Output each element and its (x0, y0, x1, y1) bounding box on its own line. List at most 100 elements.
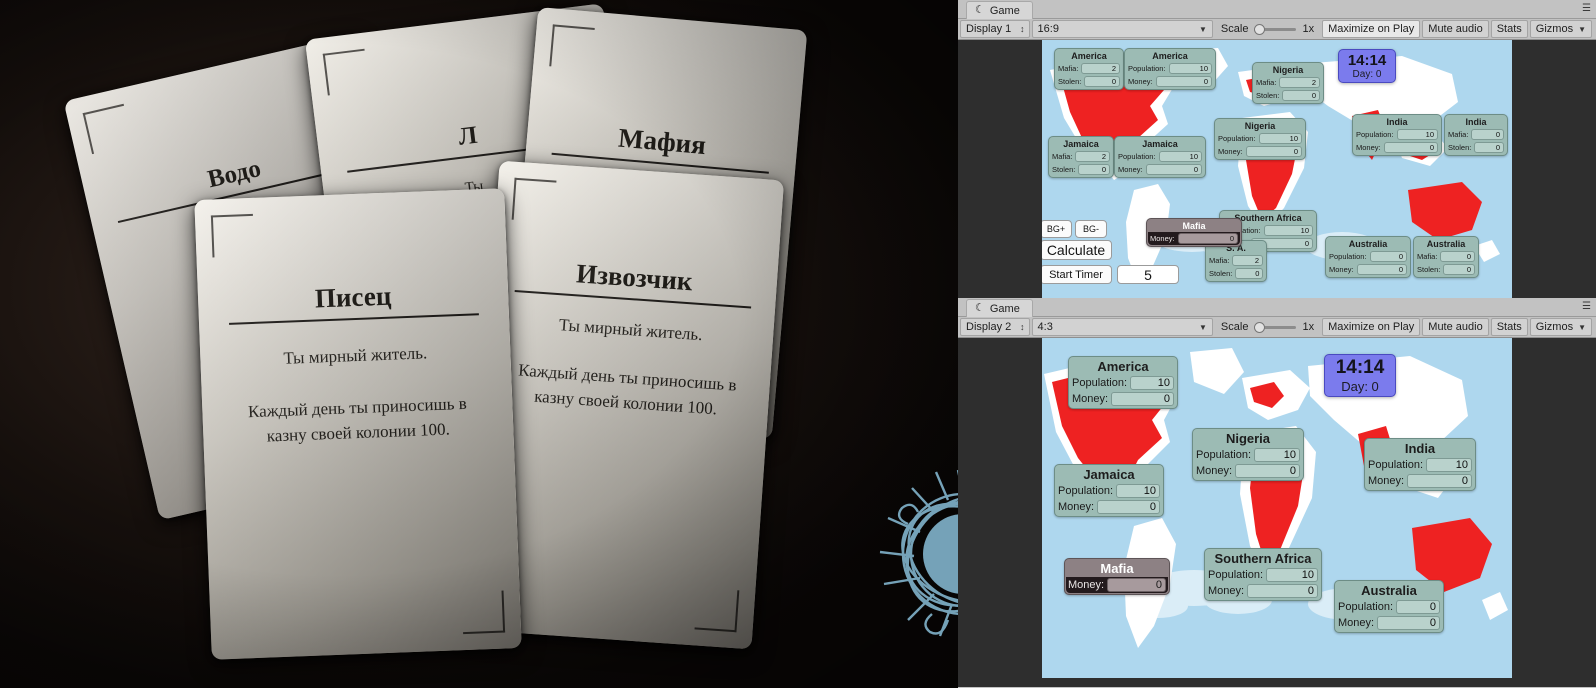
panel-america-population[interactable]: America Population: 10 Money: 0 (1124, 48, 1216, 90)
row-value[interactable]: 2 (1279, 77, 1320, 88)
panel-jamaica-mafia[interactable]: Jamaica Mafia: 2 Stolen: 0 (1048, 136, 1114, 178)
row-value[interactable]: 0 (1356, 264, 1407, 275)
gizmos-button[interactable]: Gizmos ▼ (1529, 318, 1592, 336)
panel-australia-population[interactable]: Australia Population: 0 Money: 0 (1334, 580, 1444, 633)
row-value[interactable]: 10 (1168, 63, 1212, 74)
row-value[interactable]: 10 (1266, 568, 1318, 582)
mute-audio-button[interactable]: Mute audio (1422, 20, 1489, 38)
row-value[interactable]: 10 (1258, 133, 1302, 144)
row-value[interactable]: 0 (1407, 474, 1472, 488)
row-value[interactable]: 0 (1282, 90, 1320, 101)
timer-duration-input[interactable]: 5 (1117, 265, 1179, 284)
aspect-ratio-dropdown[interactable]: 4:3 ▼ (1031, 318, 1213, 336)
maximize-on-play-button[interactable]: Maximize on Play (1322, 20, 1421, 38)
scale-slider-group[interactable]: Scale 1x (1215, 318, 1320, 336)
row-value[interactable]: 0 (1155, 76, 1212, 87)
game-canvas[interactable]: America Population: 10 Money: 0 Nigeria Po… (1042, 338, 1512, 678)
row-value[interactable]: 10 (1116, 484, 1160, 498)
panel-title: Jamaica (1116, 138, 1204, 150)
row-value[interactable]: 0 (1097, 500, 1160, 514)
row-value[interactable]: 0 (1245, 146, 1302, 157)
row-value[interactable]: 10 (1396, 129, 1438, 140)
row-value[interactable]: 10 (1254, 448, 1300, 462)
stats-button[interactable]: Stats (1490, 20, 1528, 38)
panel-australia-population[interactable]: Australia Population: 0 Money: 0 (1325, 236, 1411, 278)
calculate-button[interactable]: Calculate (1042, 240, 1112, 260)
row-value[interactable]: 0 (1377, 616, 1440, 630)
panel-india-population[interactable]: India Population: 10 Money: 0 (1364, 438, 1476, 491)
game-canvas[interactable]: America Mafia: 2 Stolen: 0 America Populat… (1042, 40, 1512, 298)
aspect-ratio-dropdown[interactable]: 16:9 ▼ (1031, 20, 1213, 38)
row-value[interactable]: 0 (1440, 251, 1475, 262)
row-value[interactable]: 0 (1471, 129, 1504, 140)
game-viewport-display2[interactable]: America Population: 10 Money: 0 Nigeria Po… (958, 338, 1596, 687)
row-value[interactable]: 2 (1232, 255, 1263, 266)
panel-row: Money:0 (1366, 473, 1474, 489)
scale-slider[interactable] (1254, 321, 1297, 333)
display-value: Display 2 (966, 321, 1012, 333)
row-label: Population: (1118, 152, 1156, 161)
row-value[interactable]: 0 (1396, 600, 1440, 614)
panel-title: Jamaica (1056, 466, 1162, 483)
row-value[interactable]: 0 (1145, 164, 1202, 175)
row-value[interactable]: 10 (1130, 376, 1174, 390)
panel-title: Nigeria (1216, 120, 1304, 132)
row-value[interactable]: 2 (1081, 63, 1120, 74)
game-timer-panel: 14:14 Day: 0 (1324, 354, 1396, 397)
row-value[interactable]: 10 (1158, 151, 1202, 162)
row-label: Money: (1356, 143, 1381, 152)
panel-southern-africa-population[interactable]: Southern Africa Population:10 Money:0 (1204, 548, 1322, 601)
scale-slider[interactable] (1254, 23, 1297, 35)
card-corner-mark (694, 587, 740, 633)
panel-nigeria-population[interactable]: Nigeria Population: 10 Money: 0 (1192, 428, 1304, 481)
gizmos-button[interactable]: Gizmos ▼ (1529, 20, 1592, 38)
panel-america-mafia[interactable]: America Mafia: 2 Stolen: 0 (1054, 48, 1124, 90)
bg-minus-button[interactable]: BG- (1075, 220, 1107, 238)
scale-slider-group[interactable]: Scale 1x (1215, 20, 1320, 38)
row-value[interactable]: 0 (1383, 142, 1438, 153)
row-value[interactable]: 0 (1369, 251, 1407, 262)
window-options-icon[interactable]: ☰ (1582, 302, 1591, 312)
row-value[interactable]: 0 (1235, 268, 1264, 279)
panel-row: Population: 0 (1336, 599, 1442, 615)
tab-game[interactable]: ☾ Game (966, 299, 1033, 317)
row-value[interactable]: 10 (1426, 458, 1472, 472)
stats-button[interactable]: Stats (1490, 318, 1528, 336)
display-dropdown[interactable]: Display 1 ↕ (960, 20, 1030, 38)
panel-row: Population:10 (1056, 483, 1162, 499)
game-viewport-display1[interactable]: America Mafia: 2 Stolen: 0 America Populat… (958, 40, 1596, 298)
panel-mafia-bank[interactable]: Mafia Money: 0 (1146, 218, 1242, 247)
row-value[interactable]: 0 (1111, 392, 1174, 406)
mute-audio-button[interactable]: Mute audio (1422, 318, 1489, 336)
panel-australia-mafia[interactable]: Australia Mafia: 0 Stolen: 0 (1413, 236, 1479, 278)
panel-jamaica-population[interactable]: Jamaica Population: 10 Money: 0 (1054, 464, 1164, 517)
row-value[interactable]: 0 (1235, 464, 1300, 478)
display-dropdown[interactable]: Display 2 ↕ (960, 318, 1030, 336)
start-timer-button[interactable]: Start Timer (1042, 265, 1112, 284)
panel-nigeria-mafia[interactable]: Nigeria Mafia: 2 Stolen: 0 (1252, 62, 1324, 104)
row-value[interactable]: 10 (1263, 225, 1313, 236)
panel-nigeria-population[interactable]: Nigeria Population: 10 Money: 0 (1214, 118, 1306, 160)
panel-america-population[interactable]: America Population: 10 Money: 0 (1068, 356, 1178, 409)
maximize-on-play-button[interactable]: Maximize on Play (1322, 318, 1421, 336)
row-value[interactable]: 0 (1078, 164, 1110, 175)
panel-mafia-bank[interactable]: Mafia Money: 0 (1064, 558, 1170, 595)
row-value[interactable]: 2 (1075, 151, 1110, 162)
row-value[interactable]: 0 (1107, 578, 1166, 592)
tab-game[interactable]: ☾ Game (966, 1, 1033, 19)
slider-handle[interactable] (1254, 23, 1266, 35)
panel-india-mafia[interactable]: India Mafia: 0 Stolen: 0 (1444, 114, 1508, 156)
row-value[interactable]: 0 (1474, 142, 1504, 153)
row-value[interactable]: 0 (1247, 584, 1318, 598)
panel-jamaica-population[interactable]: Jamaica Population: 10 Money: 0 (1114, 136, 1206, 178)
row-value[interactable]: 0 (1443, 264, 1475, 275)
game-window-display1: ☾ Game ☰ Display 1 ↕ 16:9 ▼ Scale 1x Max… (958, 0, 1596, 298)
row-value[interactable]: 0 (1084, 76, 1120, 87)
row-value[interactable]: 0 (1177, 233, 1238, 244)
window-options-icon[interactable]: ☰ (1582, 4, 1591, 14)
slider-handle[interactable] (1254, 321, 1266, 333)
bg-plus-button[interactable]: BG+ (1042, 220, 1072, 238)
panel-row: Money:0 (1056, 499, 1162, 515)
panel-india-population[interactable]: India Population: 10 Money: 0 (1352, 114, 1442, 156)
row-label: Stolen: (1058, 77, 1082, 86)
